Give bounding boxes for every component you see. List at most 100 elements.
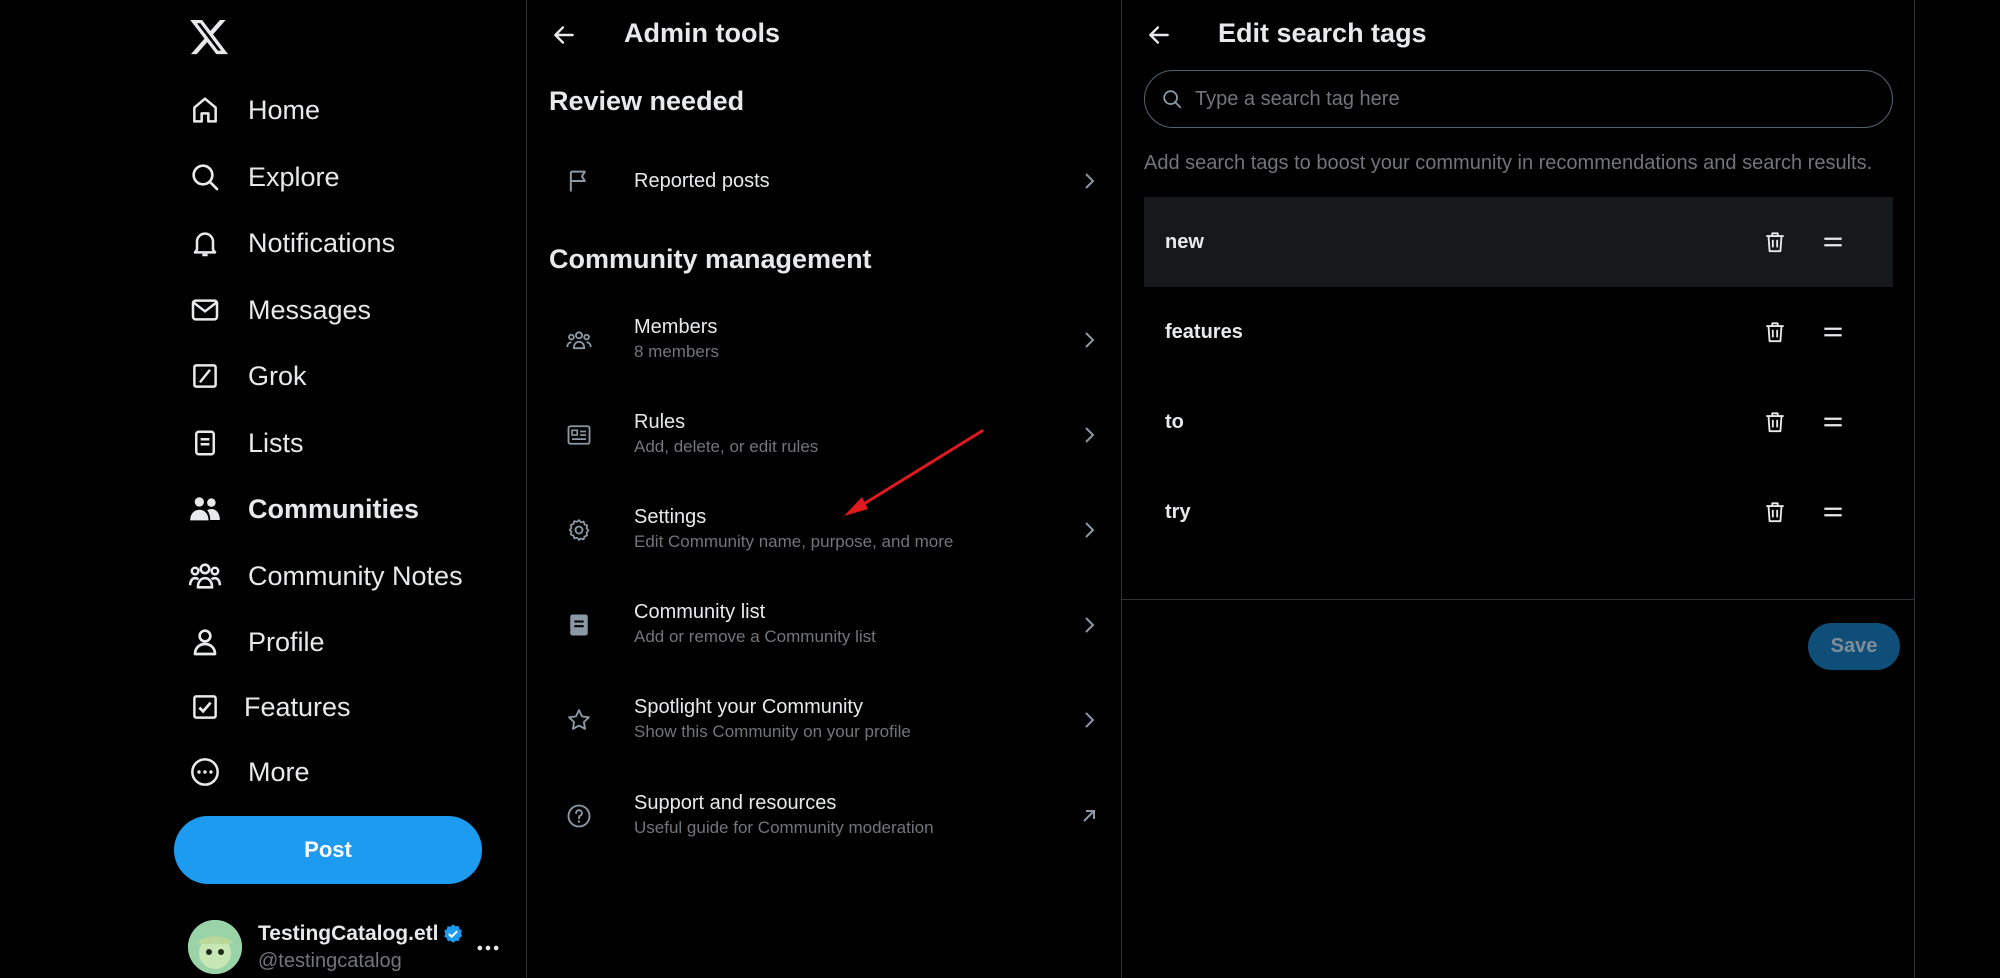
- people-icon: [565, 326, 593, 354]
- tag-row[interactable]: to: [1144, 377, 1893, 467]
- chevron-right-icon: [1077, 423, 1101, 447]
- menu-item-subtitle: Useful guide for Community moderation: [634, 818, 934, 837]
- nav-label: Community Notes: [248, 560, 463, 591]
- x-logo-icon[interactable]: [188, 16, 230, 58]
- chevron-right-icon: [1077, 328, 1101, 352]
- tag-label: to: [1165, 411, 1184, 433]
- avatar: [188, 920, 242, 974]
- nav-item-profile[interactable]: Profile: [188, 617, 508, 667]
- home-icon: [188, 93, 222, 127]
- search-icon: [188, 160, 222, 194]
- chevron-right-icon: [1077, 708, 1101, 732]
- review-needed-heading: Review needed: [549, 86, 745, 116]
- nav-label: Home: [248, 94, 321, 125]
- tag-search-box: [1144, 70, 1893, 128]
- menu-item-members[interactable]: Members 8 members: [527, 294, 1122, 386]
- page-title: Admin tools: [624, 18, 780, 48]
- account-handle: @testingcatalog: [258, 950, 402, 972]
- trash-icon[interactable]: [1762, 319, 1788, 345]
- menu-item-subtitle: 8 members: [634, 342, 720, 361]
- tag-row[interactable]: features: [1144, 287, 1893, 377]
- nav-item-messages[interactable]: Messages: [188, 285, 508, 335]
- document-icon: [565, 611, 593, 639]
- checkbox-icon: [188, 690, 222, 724]
- search-icon: [1161, 88, 1183, 110]
- divider: [1122, 599, 1915, 600]
- communities-icon: [188, 492, 222, 526]
- drag-handle-icon[interactable]: [1820, 499, 1846, 525]
- admin-tools-panel: Admin tools Review needed Reported posts…: [527, 0, 1122, 978]
- menu-item-settings[interactable]: Settings Edit Community name, purpose, a…: [527, 484, 1122, 576]
- rules-icon: [565, 421, 593, 449]
- nav-label: Communities: [248, 493, 420, 524]
- account-more-icon[interactable]: [474, 934, 502, 962]
- community-notes-icon: [188, 559, 222, 593]
- tag-row[interactable]: try: [1144, 467, 1893, 557]
- helper-text: Add search tags to boost your community …: [1144, 152, 1873, 174]
- menu-item-title: Support and resources: [634, 792, 837, 814]
- menu-item-subtitle: Edit Community name, purpose, and more: [634, 532, 954, 551]
- drag-handle-icon[interactable]: [1820, 229, 1846, 255]
- person-icon: [188, 625, 222, 659]
- tag-label: try: [1165, 501, 1191, 523]
- menu-item-community-list[interactable]: Community list Add or remove a Community…: [527, 579, 1122, 671]
- menu-item-title: Members: [634, 316, 718, 338]
- bell-icon: [188, 226, 222, 260]
- nav-item-home[interactable]: Home: [188, 85, 508, 135]
- external-link-icon: [1077, 804, 1101, 828]
- nav-item-more[interactable]: More: [188, 747, 508, 797]
- post-button[interactable]: Post: [174, 816, 482, 884]
- menu-item-subtitle: Add or remove a Community list: [634, 627, 876, 646]
- trash-icon[interactable]: [1762, 409, 1788, 435]
- nav-item-notifications[interactable]: Notifications: [188, 218, 508, 268]
- list-icon: [188, 426, 222, 460]
- verified-badge-icon: [442, 923, 464, 945]
- admin-header: Admin tools: [527, 0, 1121, 70]
- community-management-heading: Community management: [549, 244, 872, 274]
- left-navigation: Home Explore Notifications Messages Grok…: [0, 0, 527, 978]
- menu-item-title: Reported posts: [634, 170, 770, 192]
- help-icon: [565, 802, 593, 830]
- trash-icon[interactable]: [1762, 229, 1788, 255]
- menu-item-title: Community list: [634, 601, 766, 623]
- chevron-right-icon: [1077, 613, 1101, 637]
- nav-item-lists[interactable]: Lists: [188, 418, 508, 468]
- save-button[interactable]: Save: [1808, 623, 1900, 670]
- menu-item-rules[interactable]: Rules Add, delete, or edit rules: [527, 389, 1122, 481]
- drag-handle-icon[interactable]: [1820, 409, 1846, 435]
- nav-label: More: [248, 756, 310, 787]
- tag-row[interactable]: new: [1144, 197, 1893, 287]
- menu-item-support[interactable]: Support and resources Useful guide for C…: [527, 770, 1122, 862]
- nav-label: Notifications: [248, 227, 396, 258]
- tag-search-input[interactable]: [1193, 86, 1892, 112]
- flag-icon: [565, 167, 593, 195]
- menu-item-subtitle: Show this Community on your profile: [634, 722, 911, 741]
- drag-handle-icon[interactable]: [1820, 319, 1846, 345]
- nav-label: Messages: [248, 294, 372, 325]
- tags-header: Edit search tags: [1122, 0, 1914, 70]
- nav-item-features[interactable]: Features: [188, 682, 508, 732]
- tag-label: features: [1165, 321, 1243, 343]
- menu-item-title: Settings: [634, 506, 707, 528]
- menu-item-title: Spotlight your Community: [634, 696, 863, 718]
- more-circle-icon: [188, 755, 222, 789]
- nav-label: Features: [244, 691, 351, 722]
- nav-item-community-notes[interactable]: Community Notes: [188, 551, 508, 601]
- menu-item-reported-posts[interactable]: Reported posts: [527, 135, 1122, 227]
- chevron-right-icon: [1077, 169, 1101, 193]
- back-arrow-icon[interactable]: [547, 18, 581, 52]
- account-switcher[interactable]: TestingCatalog.etl @testingcatalog: [188, 920, 508, 978]
- back-arrow-icon[interactable]: [1142, 18, 1176, 52]
- page-title: Edit search tags: [1218, 18, 1427, 48]
- nav-label: Grok: [248, 360, 307, 391]
- nav-item-grok[interactable]: Grok: [188, 351, 508, 401]
- nav-item-communities[interactable]: Communities: [188, 484, 508, 534]
- account-name-row: TestingCatalog.etl: [258, 922, 464, 946]
- trash-icon[interactable]: [1762, 499, 1788, 525]
- menu-item-spotlight[interactable]: Spotlight your Community Show this Commu…: [527, 674, 1122, 766]
- nav-item-explore[interactable]: Explore: [188, 152, 508, 202]
- edit-search-tags-panel: Edit search tags Add search tags to boos…: [1122, 0, 1915, 978]
- menu-item-subtitle: Add, delete, or edit rules: [634, 437, 819, 456]
- menu-item-title: Rules: [634, 411, 686, 433]
- nav-label: Profile: [248, 626, 325, 657]
